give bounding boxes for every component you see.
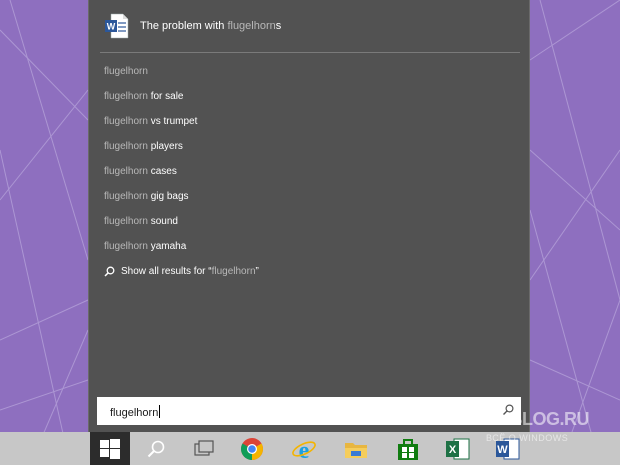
ie-icon: e <box>292 438 316 461</box>
windows-logo-icon <box>100 438 120 459</box>
file-explorer-taskbar-button[interactable] <box>336 432 376 465</box>
svg-text:W: W <box>497 444 508 456</box>
show-all-label: Show all results for “flugelhorn” <box>121 266 259 277</box>
text-caret <box>159 405 161 418</box>
suggestion-list: flugelhorn flugelhorn for sale flugelhor… <box>104 66 504 291</box>
task-view-button[interactable] <box>184 432 224 465</box>
store-icon <box>398 438 418 460</box>
suggestion-item[interactable]: flugelhorn players <box>104 141 504 166</box>
suggestion-item[interactable]: flugelhorn vs trumpet <box>104 116 504 141</box>
excel-taskbar-button[interactable]: X <box>438 432 478 465</box>
suggestion-item[interactable]: flugelhorn <box>104 66 504 91</box>
task-view-icon <box>194 439 214 456</box>
document-result[interactable]: W The problem with flugelhorns <box>105 12 281 40</box>
word-document-icon: W <box>105 13 129 39</box>
svg-text:X: X <box>449 444 457 456</box>
search-input[interactable]: flugelhorn <box>97 397 521 425</box>
show-all-results-link[interactable]: Show all results for “flugelhorn” <box>104 266 504 291</box>
search-results-panel: W The problem with flugelhorns flugelhor… <box>88 0 530 432</box>
search-input-value: flugelhorn <box>110 405 161 419</box>
document-result-title: The problem with flugelhorns <box>140 20 282 32</box>
search-icon <box>104 266 115 277</box>
word-taskbar-button[interactable]: W <box>488 432 528 465</box>
excel-icon: X <box>446 438 470 459</box>
store-taskbar-button[interactable] <box>388 432 428 465</box>
chrome-taskbar-button[interactable] <box>232 432 272 465</box>
suggestion-item[interactable]: flugelhorn cases <box>104 166 504 191</box>
results-divider <box>100 52 520 53</box>
search-icon <box>147 440 165 457</box>
suggestion-item[interactable]: flugelhorn sound <box>104 216 504 241</box>
ie-taskbar-button[interactable]: e <box>284 432 324 465</box>
file-explorer-icon <box>345 442 367 458</box>
suggestion-item[interactable]: flugelhorn yamaha <box>104 241 504 266</box>
start-button[interactable] <box>90 432 130 465</box>
search-icon[interactable] <box>502 404 514 416</box>
svg-text:W: W <box>107 22 116 32</box>
suggestion-item[interactable]: flugelhorn for sale <box>104 91 504 116</box>
suggestion-item[interactable]: flugelhorn gig bags <box>104 191 504 216</box>
taskbar: e X W <box>0 432 620 465</box>
chrome-icon <box>241 437 263 460</box>
svg-text:e: e <box>299 438 310 461</box>
taskbar-search-button[interactable] <box>136 432 176 465</box>
word-icon: W <box>496 438 520 459</box>
